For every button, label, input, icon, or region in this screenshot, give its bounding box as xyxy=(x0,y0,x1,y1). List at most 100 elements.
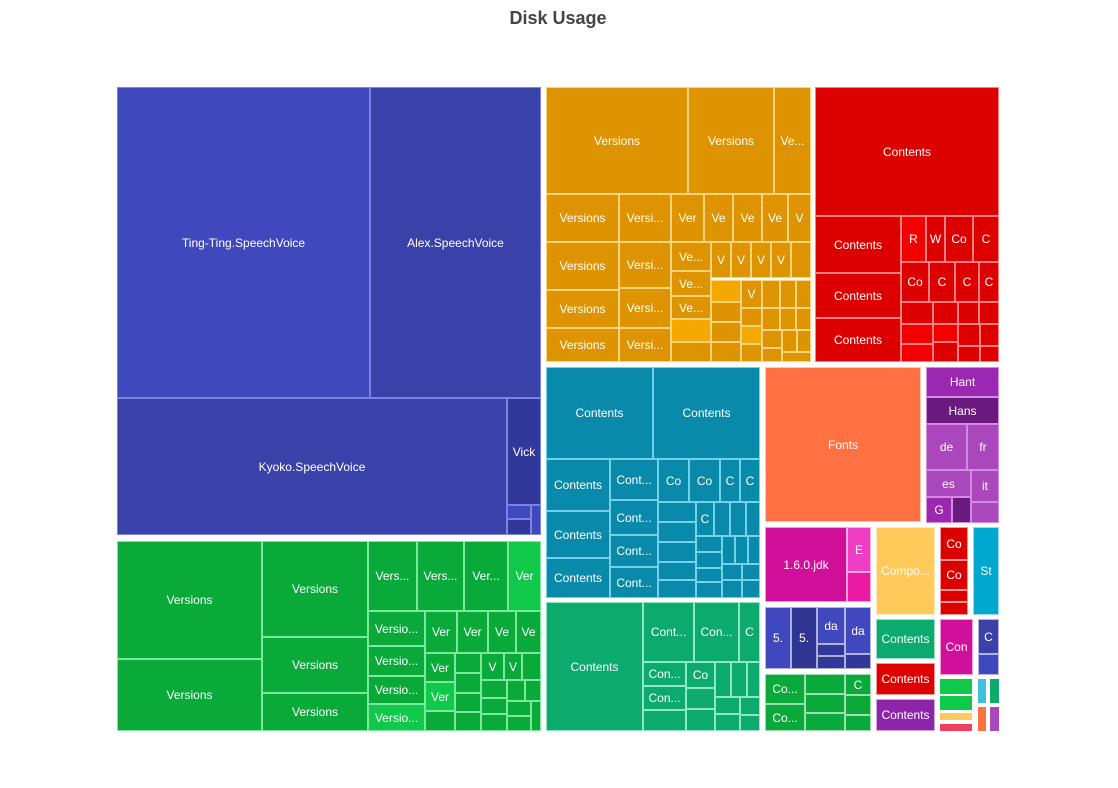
treemap-cell-orange-versions[interactable] xyxy=(671,342,711,362)
treemap-cell-green-versions[interactable]: Versions xyxy=(262,693,368,731)
treemap-cell-seagreen-contents[interactable] xyxy=(740,715,760,731)
treemap-cell-orange-versions[interactable] xyxy=(780,280,796,308)
treemap-cell-teal-contents[interactable] xyxy=(722,580,742,598)
treemap-cell-orange-versions[interactable]: Versi... xyxy=(619,288,671,328)
treemap-cell-teal-contents[interactable]: Cont... xyxy=(610,567,658,598)
treemap-cell-green-versions[interactable] xyxy=(455,653,481,673)
treemap-cell-green-versions[interactable]: Versions xyxy=(262,541,368,637)
treemap-cell-red-contents[interactable]: Contents xyxy=(815,273,901,318)
treemap-cell-teal-contents[interactable] xyxy=(714,502,730,536)
treemap-cell-jdk[interactable]: 1.6.0.jdk xyxy=(765,527,847,602)
treemap-cell-voices[interactable] xyxy=(531,505,541,535)
treemap-cell-voices[interactable]: Ting-Ting.SpeechVoice xyxy=(117,87,370,398)
treemap-cell-orange-versions[interactable]: Versions xyxy=(546,328,619,362)
treemap-cell-teal-contents[interactable]: C xyxy=(740,459,760,502)
treemap-cell-orange-versions[interactable]: Ve... xyxy=(774,87,811,194)
treemap-cell-green-versions[interactable] xyxy=(531,701,541,731)
treemap-cell-teal-contents[interactable] xyxy=(658,562,696,580)
treemap-cell-orange-versions[interactable]: V xyxy=(731,242,751,278)
treemap-cell-green-co[interactable] xyxy=(805,713,845,731)
treemap-cell-teal-contents[interactable] xyxy=(730,502,746,536)
treemap-cell-orange-versions[interactable]: V xyxy=(788,194,811,242)
treemap-cell-orange-versions[interactable] xyxy=(796,308,811,330)
treemap-cell-orange-versions[interactable]: Versions xyxy=(546,242,619,290)
treemap-cell-red-contents[interactable] xyxy=(980,324,999,346)
treemap-cell-small-green-1[interactable] xyxy=(940,679,972,694)
treemap-cell-green-versions[interactable] xyxy=(507,716,531,731)
treemap-cell-st[interactable]: St xyxy=(973,527,999,615)
treemap-cell-orange-versions[interactable]: Versions xyxy=(546,194,619,242)
treemap-cell-orange-versions[interactable] xyxy=(711,322,741,342)
treemap-cell-red-contents[interactable]: Contents xyxy=(815,87,999,216)
treemap-cell-con-magenta[interactable]: Con xyxy=(940,619,973,675)
treemap-cell-orange-versions[interactable]: Ve... xyxy=(671,242,711,271)
treemap-cell-seagreen-contents[interactable]: Cont... xyxy=(643,602,694,662)
treemap-cell-green-versions[interactable]: Ver xyxy=(425,682,455,711)
treemap-cell-green-versions[interactable] xyxy=(425,711,455,731)
treemap-cell-purple-lang[interactable] xyxy=(952,497,971,523)
treemap-cell-small-red[interactable] xyxy=(940,590,968,602)
treemap-cell-orange-versions[interactable] xyxy=(782,330,797,352)
treemap-cell-seagreen-contents[interactable]: Co xyxy=(686,662,715,688)
treemap-cell-orange-versions[interactable]: Ve... xyxy=(671,271,711,296)
treemap-cell-orange-versions[interactable] xyxy=(796,280,811,308)
treemap-cell-teal-contents[interactable]: C xyxy=(696,502,714,536)
treemap-cell-seagreen-contents[interactable] xyxy=(715,662,731,697)
treemap-cell-green-co[interactable] xyxy=(805,694,845,713)
treemap-cell-teal-contents[interactable] xyxy=(742,580,760,598)
treemap-cell-orange-versions[interactable]: Versions xyxy=(688,87,774,194)
treemap-cell-seagreen-contents[interactable] xyxy=(686,688,715,709)
treemap-cell-green-versions[interactable]: Ver xyxy=(425,653,455,682)
treemap-cell-voices[interactable]: Kyoko.SpeechVoice xyxy=(117,398,507,535)
treemap-cell-green-co[interactable]: Co... xyxy=(765,704,805,731)
treemap-cell-orange-versions[interactable]: V xyxy=(771,242,791,278)
treemap-cell-green-versions[interactable]: Ver xyxy=(425,611,457,653)
treemap-cell-purple-lang[interactable]: it xyxy=(971,470,999,502)
treemap-cell-orange-versions[interactable]: Ve xyxy=(704,194,733,242)
treemap-cell-green-versions[interactable] xyxy=(481,680,507,698)
treemap-cell-red-contents[interactable]: Co xyxy=(945,216,973,262)
treemap-cell-purple-lang[interactable]: de xyxy=(926,424,967,470)
treemap-cell-orange-versions[interactable]: Versi... xyxy=(619,194,671,242)
treemap-cell-orange-versions[interactable]: Ve... xyxy=(671,296,711,319)
treemap-cell-red-contents[interactable]: C xyxy=(979,262,999,302)
treemap-cell-red-contents[interactable] xyxy=(979,302,999,324)
treemap-cell-red-contents[interactable]: Contents xyxy=(815,216,901,273)
treemap-cell-red-contents[interactable] xyxy=(958,324,980,346)
treemap-cell-teal-contents[interactable]: Co xyxy=(658,459,689,502)
treemap-cell-orange-versions[interactable]: Versi... xyxy=(619,242,671,288)
treemap-cell-seagreen-contents[interactable]: Con... xyxy=(643,662,686,686)
treemap-cell-green-versions[interactable]: Ver xyxy=(508,541,541,611)
treemap-cell-teal-contents[interactable]: Contents xyxy=(653,367,760,459)
treemap-cell-seagreen-contents[interactable]: Con... xyxy=(694,602,739,662)
treemap-cell-red-contents[interactable]: R xyxy=(901,216,926,262)
treemap-cell-green-versions[interactable] xyxy=(481,714,507,731)
treemap-cell-contents-purple[interactable]: Contents xyxy=(876,699,935,731)
treemap-cell-red-contents[interactable] xyxy=(933,342,958,362)
treemap-cell-green-versions[interactable]: Versio... xyxy=(368,704,425,731)
treemap-cell-green-versions[interactable]: V xyxy=(481,653,504,680)
treemap-cell-small-red[interactable]: Co xyxy=(940,527,968,560)
treemap-cell-green-versions[interactable]: Versio... xyxy=(368,611,425,646)
treemap-cell-small-orange[interactable] xyxy=(978,707,986,731)
treemap-cell-red-contents[interactable] xyxy=(958,302,979,324)
treemap-cell-orange-versions[interactable]: V xyxy=(741,280,762,308)
treemap-cell-green-versions[interactable]: Versio... xyxy=(368,646,425,676)
treemap-cell-teal-contents[interactable]: Cont... xyxy=(610,459,658,500)
treemap-cell-fonts[interactable]: Fonts xyxy=(765,367,921,522)
treemap-cell-seagreen-contents[interactable] xyxy=(740,697,760,715)
treemap-cell-orange-versions[interactable] xyxy=(780,308,796,330)
treemap-cell-red-contents[interactable] xyxy=(933,324,958,342)
treemap-cell-red-contents[interactable] xyxy=(901,324,933,344)
treemap-cell-red-contents[interactable]: Contents xyxy=(815,318,901,362)
treemap-cell-small-red[interactable] xyxy=(940,602,968,615)
treemap-cell-green-versions[interactable]: Versions xyxy=(117,541,262,659)
treemap-cell-small-teal[interactable] xyxy=(990,679,999,703)
treemap-cell-orange-versions[interactable]: V xyxy=(751,242,771,278)
treemap-cell-orange-versions[interactable]: Versi... xyxy=(619,328,671,362)
treemap-cell-red-contents[interactable]: Co xyxy=(901,262,929,302)
treemap-cell-green-versions[interactable]: Versions xyxy=(262,637,368,693)
treemap-cell-orange-versions[interactable] xyxy=(711,280,741,302)
treemap-cell-orange-versions[interactable] xyxy=(762,280,780,308)
treemap-cell-purple-lang[interactable]: Hant xyxy=(926,367,999,397)
